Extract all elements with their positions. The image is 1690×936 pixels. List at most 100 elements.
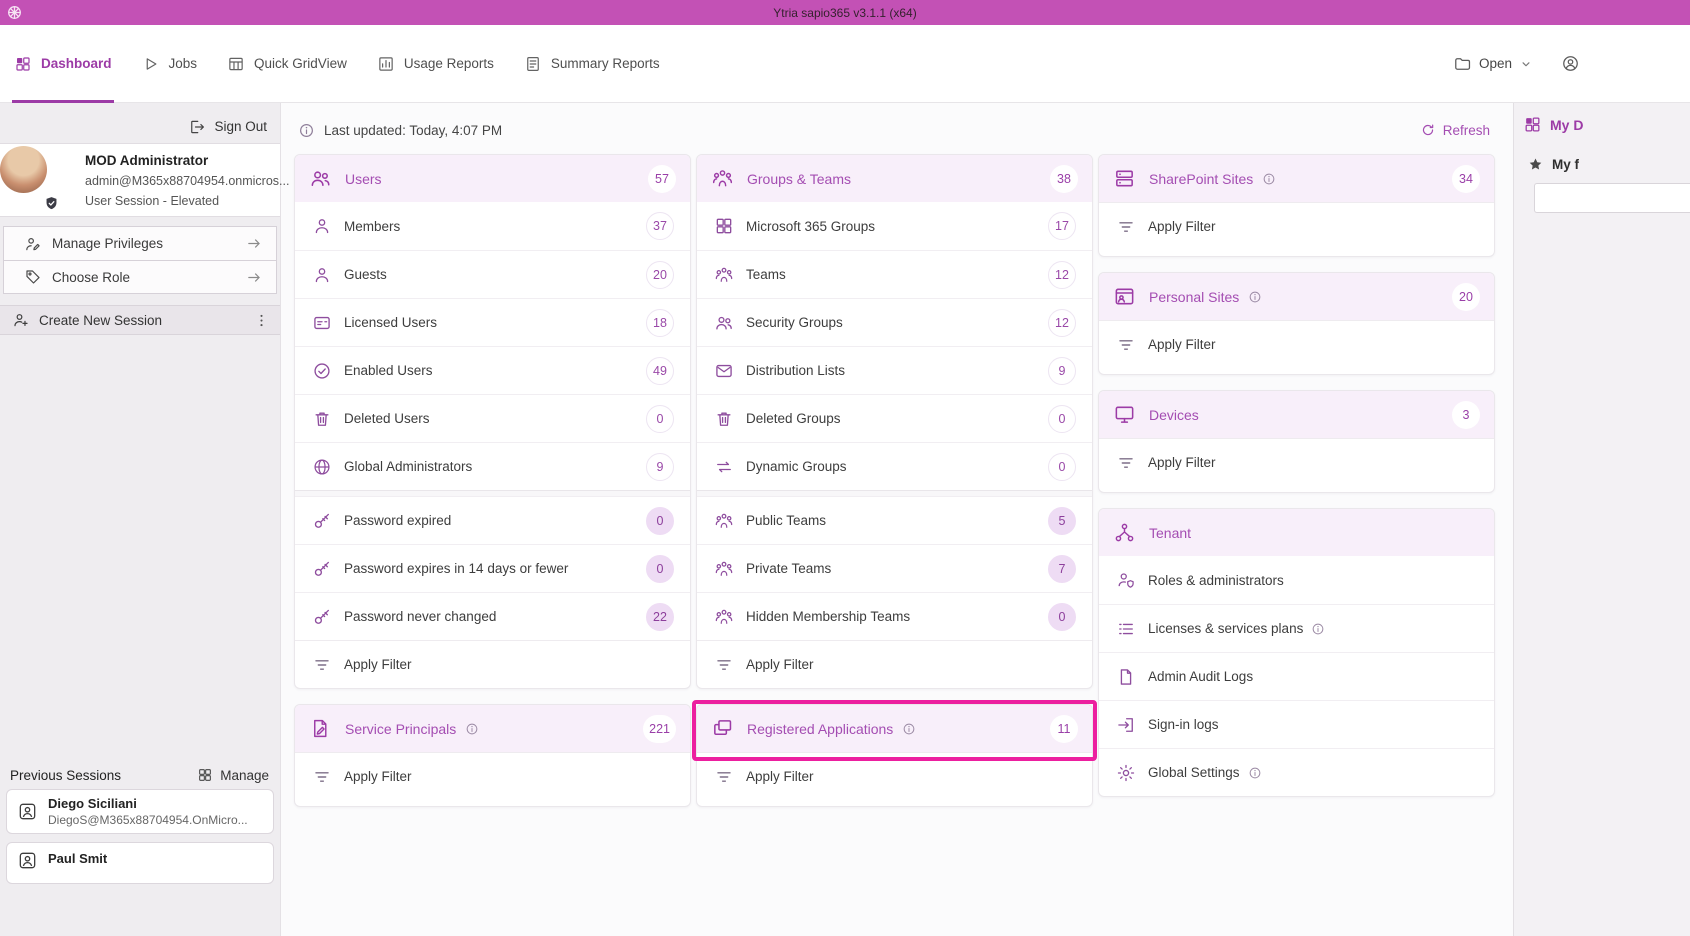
manage-privileges-button[interactable]: Manage Privileges xyxy=(4,227,276,260)
apply-filter-button[interactable]: Apply Filter xyxy=(1099,202,1494,250)
tenant-row-sign-in-logs[interactable]: Sign-in logs xyxy=(1099,700,1494,748)
previous-sessions: Previous Sessions Manage Diego Siciliani… xyxy=(0,767,280,936)
registered-applications-icon xyxy=(711,717,734,740)
service-principals-count-badge: 221 xyxy=(643,715,676,743)
open-button[interactable]: Open xyxy=(1453,54,1533,73)
stat-label: Licensed Users xyxy=(344,315,437,330)
choose-role-button[interactable]: Choose Role xyxy=(4,260,276,293)
stat-row-dynamic-groups[interactable]: Dynamic Groups 0 xyxy=(697,442,1092,490)
apply-filter-button[interactable]: Apply Filter xyxy=(295,752,690,800)
sharepoint-sites-card-header[interactable]: SharePoint Sites 34 xyxy=(1099,155,1494,202)
registered-applications-card-header[interactable]: Registered Applications 11 xyxy=(697,705,1092,752)
apply-filter-button[interactable]: Apply Filter xyxy=(1099,320,1494,368)
teams-icon xyxy=(714,511,734,531)
stat-row-deleted-users[interactable]: Deleted Users 0 xyxy=(295,394,690,442)
sign-out-button[interactable]: Sign Out xyxy=(188,110,267,143)
session-user-email: DiegoS@M365x88704954.OnMicro... xyxy=(48,812,248,828)
stat-row-password-expires-soon[interactable]: Password expires in 14 days or fewer 0 xyxy=(295,544,690,592)
stat-row-guests[interactable]: Guests 20 xyxy=(295,250,690,298)
stat-row-password-expired[interactable]: Password expired 0 xyxy=(295,496,690,544)
create-new-session-button[interactable]: Create New Session xyxy=(0,305,280,335)
shield-person-icon xyxy=(1116,570,1136,590)
session-status: User Session - Elevated xyxy=(85,191,280,211)
stat-row-password-never-changed[interactable]: Password never changed 22 xyxy=(295,592,690,640)
users-card-header[interactable]: Users 57 xyxy=(295,155,690,202)
stat-label: Deleted Groups xyxy=(746,411,841,426)
tab-dashboard[interactable]: Dashboard xyxy=(14,25,112,103)
kebab-menu-icon[interactable] xyxy=(253,312,270,329)
apply-filter-label: Apply Filter xyxy=(1148,337,1216,352)
sharepoint-count-badge: 34 xyxy=(1452,165,1480,193)
tenant-row-label: Global Settings xyxy=(1148,765,1240,780)
groups-teams-card: Groups & Teams 38 Microsoft 365 Groups 1… xyxy=(696,154,1093,689)
tenant-row-global-settings[interactable]: Global Settings xyxy=(1099,748,1494,796)
avatar xyxy=(0,146,47,193)
apply-filter-button[interactable]: Apply Filter xyxy=(697,752,1092,800)
stat-count-badge: 0 xyxy=(646,405,674,433)
tenant-row-licenses-services-plans[interactable]: Licenses & services plans xyxy=(1099,604,1494,652)
info-icon[interactable] xyxy=(465,722,479,736)
stat-row-security-groups[interactable]: Security Groups 12 xyxy=(697,298,1092,346)
apply-filter-button[interactable]: Apply Filter xyxy=(697,640,1092,688)
apply-filter-label: Apply Filter xyxy=(344,657,412,672)
session-sidebar: Sign Out MOD Administrator admin@M365x88… xyxy=(0,103,280,936)
stat-count-badge: 37 xyxy=(646,212,674,240)
stat-row-distribution-lists[interactable]: Distribution Lists 9 xyxy=(697,346,1092,394)
tab-label: Quick GridView xyxy=(254,56,347,71)
tab-jobs[interactable]: Jobs xyxy=(142,25,198,103)
stat-row-public-teams[interactable]: Public Teams 5 xyxy=(697,496,1092,544)
star-icon xyxy=(1527,156,1544,173)
session-item[interactable]: Diego Siciliani DiegoS@M365x88704954.OnM… xyxy=(6,789,274,834)
users-card: Users 57 Members 37 Guests 20 xyxy=(294,154,691,689)
tab-summary-reports[interactable]: Summary Reports xyxy=(524,25,660,103)
groups-teams-card-header[interactable]: Groups & Teams 38 xyxy=(697,155,1092,202)
stat-row-teams[interactable]: Teams 12 xyxy=(697,250,1092,298)
service-principals-card-header[interactable]: Service Principals 221 xyxy=(295,705,690,752)
card-title: Registered Applications xyxy=(747,721,893,737)
manage-sessions-button[interactable]: Manage xyxy=(197,767,269,783)
info-icon[interactable] xyxy=(1311,622,1325,636)
devices-icon xyxy=(1113,403,1136,426)
card-title: Devices xyxy=(1149,407,1199,423)
tenant-row-admin-audit-logs[interactable]: Admin Audit Logs xyxy=(1099,652,1494,700)
tab-usage-reports[interactable]: Usage Reports xyxy=(377,25,494,103)
refresh-button[interactable]: Refresh xyxy=(1420,122,1490,138)
tab-label: Jobs xyxy=(169,56,198,71)
stat-row-global-administrators[interactable]: Global Administrators 9 xyxy=(295,442,690,490)
stat-row-members[interactable]: Members 37 xyxy=(295,202,690,250)
tenant-row-roles-administrators[interactable]: Roles & administrators xyxy=(1099,556,1494,604)
tab-quick-gridview[interactable]: Quick GridView xyxy=(227,25,347,103)
stat-label: Dynamic Groups xyxy=(746,459,847,474)
list-icon xyxy=(1116,619,1136,639)
my-favorites-item[interactable]: My f xyxy=(1514,156,1690,173)
info-icon[interactable] xyxy=(902,722,916,736)
stat-row-enabled-users[interactable]: Enabled Users 49 xyxy=(295,346,690,394)
devices-card-header[interactable]: Devices 3 xyxy=(1099,391,1494,438)
stat-row-licensed-users[interactable]: Licensed Users 18 xyxy=(295,298,690,346)
user-profile: MOD Administrator admin@M365x88704954.on… xyxy=(0,143,280,217)
personal-sites-card-header[interactable]: Personal Sites 20 xyxy=(1099,273,1494,320)
apply-filter-button[interactable]: Apply Filter xyxy=(295,640,690,688)
session-item[interactable]: Paul Smit xyxy=(6,842,274,884)
dashboard-list-item[interactable] xyxy=(1534,183,1690,213)
tab-label: Usage Reports xyxy=(404,56,494,71)
account-icon[interactable] xyxy=(1561,54,1580,73)
stat-row-hidden-membership-teams[interactable]: Hidden Membership Teams 0 xyxy=(697,592,1092,640)
apply-filter-button[interactable]: Apply Filter xyxy=(1099,438,1494,486)
tenant-card-header[interactable]: Tenant xyxy=(1099,509,1494,556)
sign-in-icon xyxy=(1116,715,1136,735)
info-icon[interactable] xyxy=(1248,766,1262,780)
my-dashboards-header[interactable]: My D xyxy=(1514,115,1690,134)
info-icon[interactable] xyxy=(1248,290,1262,304)
mail-icon xyxy=(714,361,734,381)
stat-row-m365-groups[interactable]: Microsoft 365 Groups 17 xyxy=(697,202,1092,250)
my-dashboards-icon xyxy=(1523,115,1542,134)
info-icon xyxy=(298,122,315,139)
stat-row-deleted-groups[interactable]: Deleted Groups 0 xyxy=(697,394,1092,442)
sign-out-label: Sign Out xyxy=(214,119,267,134)
stat-count-badge: 9 xyxy=(646,453,674,481)
stat-row-private-teams[interactable]: Private Teams 7 xyxy=(697,544,1092,592)
arrow-right-icon xyxy=(246,269,263,286)
info-icon[interactable] xyxy=(1262,172,1276,186)
stat-label: Guests xyxy=(344,267,387,282)
